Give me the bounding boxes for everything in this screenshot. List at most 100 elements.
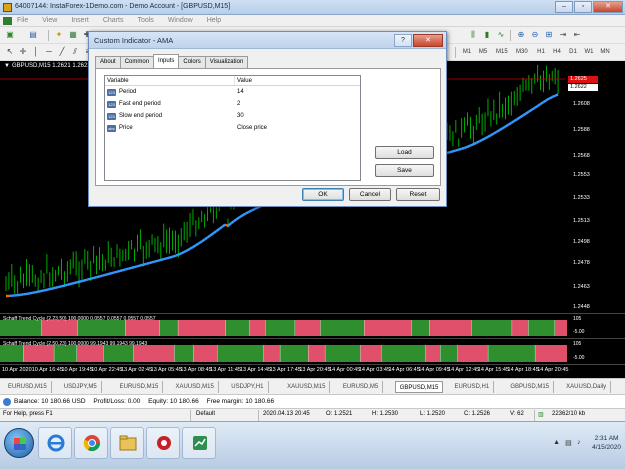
channel-icon[interactable]: ⫽ <box>70 47 80 57</box>
network-icon[interactable]: ▤ <box>565 439 573 447</box>
chart-tab[interactable]: XAUUSD,Daily <box>562 381 612 393</box>
chart-tab[interactable]: GBPUSD,M15 <box>394 381 444 393</box>
period-m15[interactable]: M15 <box>496 47 508 57</box>
trendline-icon[interactable]: ╱ <box>57 47 67 57</box>
chart-tab[interactable]: GBPUSD,M15 <box>506 381 555 393</box>
chart-tab[interactable]: XAUUSD,M15 <box>283 381 331 393</box>
chart-tab[interactable]: USDJPY,M5 <box>60 381 102 393</box>
maximize-button[interactable]: ▫ <box>574 1 592 13</box>
menu-charts[interactable]: Charts <box>103 17 124 24</box>
period-w1[interactable]: W1 <box>584 47 594 57</box>
menu-tools[interactable]: Tools <box>137 17 153 24</box>
ama-line-segment <box>93 276 97 280</box>
chart-shift-icon[interactable]: ⇤ <box>572 30 582 40</box>
menu-view[interactable]: View <box>42 17 57 24</box>
tab-about[interactable]: About <box>95 56 121 68</box>
triangle-icon: ▼ <box>4 63 10 69</box>
taskbar-explorer[interactable] <box>110 427 144 459</box>
period-h4[interactable]: H4 <box>552 47 562 57</box>
taskbar-metatrader[interactable] <box>146 427 180 459</box>
chart-tab[interactable]: USDJPY,H1 <box>227 381 269 393</box>
reset-button[interactable]: Reset <box>396 188 440 201</box>
menu-insert[interactable]: Insert <box>71 17 89 24</box>
period-m5[interactable]: M5 <box>478 47 488 57</box>
ama-line-segment <box>218 225 223 230</box>
stc-up-block <box>265 320 296 336</box>
ama-line-segment <box>75 280 80 284</box>
period-m1[interactable]: M1 <box>462 47 472 57</box>
indicator-pane-1[interactable]: Schaff Trend Cycle (2,23,50) 100.0000 0.… <box>0 313 567 338</box>
dialog-help-button[interactable]: ? <box>394 34 412 47</box>
ama-line-segment <box>467 144 471 148</box>
ama-line-segment <box>496 129 501 133</box>
cursor-icon[interactable]: ↖ <box>5 47 15 57</box>
line-chart-icon[interactable]: ∿ <box>496 30 506 40</box>
chart-tab[interactable]: EURUSD,H1 <box>451 381 495 393</box>
chart-tab[interactable]: EURUSD,M15 <box>116 381 164 393</box>
dialog-close-button[interactable]: ✕ <box>413 34 443 47</box>
table-row[interactable]: 123 Period 14 <box>105 86 360 98</box>
period-d1[interactable]: D1 <box>568 47 578 57</box>
horizontal-line-icon[interactable]: ─ <box>44 47 54 57</box>
chart-tab[interactable]: EURUSD,M5 <box>339 381 384 393</box>
indicator-pane-2[interactable]: Schaff Trend Cycle (2,50,23) 100.0000 99… <box>0 338 567 364</box>
variable-value[interactable]: 30 <box>235 110 244 122</box>
close-button[interactable]: ✕ <box>593 1 623 13</box>
crosshair-icon[interactable]: ✛ <box>18 47 28 57</box>
profiles-icon[interactable]: ▤ <box>28 30 38 40</box>
bar-chart-icon[interactable]: ⫼ <box>468 30 478 40</box>
menu-window[interactable]: Window <box>168 17 193 24</box>
menu-file[interactable]: File <box>17 17 28 24</box>
arrow-up-icon[interactable]: ▲ <box>553 439 561 447</box>
period-h1[interactable]: H1 <box>536 47 546 57</box>
table-row[interactable]: abc Price Close price <box>105 122 360 134</box>
column-value[interactable]: Value <box>235 76 252 85</box>
variable-value[interactable]: Close price <box>235 122 267 134</box>
market-watch-icon[interactable]: ✦ <box>54 30 64 40</box>
tab-common[interactable]: Common <box>119 56 155 68</box>
ok-button[interactable]: OK <box>302 188 344 201</box>
tab-visualization[interactable]: Visualization <box>204 56 249 68</box>
tab-colors[interactable]: Colors <box>178 56 206 68</box>
pane-tick: 105 <box>573 341 582 347</box>
data-window-icon[interactable]: ▦ <box>68 30 78 40</box>
ama-line-segment <box>99 274 103 278</box>
save-button[interactable]: Save <box>375 164 434 177</box>
ama-line-segment <box>37 289 42 293</box>
column-variable[interactable]: Variable <box>105 76 235 85</box>
start-button[interactable] <box>4 428 34 458</box>
ama-line-segment <box>499 127 504 132</box>
taskbar-chrome[interactable] <box>74 427 108 459</box>
tab-inputs[interactable]: Inputs <box>153 54 180 68</box>
volume-icon[interactable]: ♪ <box>577 439 585 447</box>
minimize-button[interactable]: – <box>555 1 573 13</box>
new-chart-icon[interactable]: ▣ <box>5 30 15 40</box>
clock[interactable]: 2:31 AM 4/15/2020 <box>592 434 621 452</box>
zoom-in-icon[interactable]: ⊕ <box>516 30 526 40</box>
custom-indicator-dialog: Custom Indicator - AMA ? ✕ About Common … <box>88 31 447 207</box>
zoom-out-icon[interactable]: ⊖ <box>530 30 540 40</box>
tile-icon[interactable]: ⊞ <box>544 30 554 40</box>
load-button[interactable]: Load <box>375 146 434 159</box>
cancel-button[interactable]: Cancel <box>349 188 391 201</box>
taskbar-ie[interactable] <box>38 427 72 459</box>
period-mn[interactable]: MN <box>600 47 610 57</box>
variable-value[interactable]: 2 <box>235 98 240 110</box>
autoscroll-icon[interactable]: ⇥ <box>558 30 568 40</box>
table-row[interactable]: 123 Fast end period 2 <box>105 98 360 110</box>
time-label: 10 Apr 2020 <box>2 367 32 373</box>
stc-down-block <box>457 345 489 362</box>
ama-line-segment <box>142 262 147 266</box>
chart-tab[interactable]: EURUSD,M15 <box>4 381 52 393</box>
ama-line-segment <box>29 291 33 295</box>
taskbar-tradebox[interactable] <box>182 427 216 459</box>
chart-tab[interactable]: XAUUSD,M15 <box>171 381 219 393</box>
ama-line-segment <box>131 265 135 269</box>
variable-value[interactable]: 14 <box>235 86 244 98</box>
table-row[interactable]: 123 Slow end period 30 <box>105 110 360 122</box>
candles-icon[interactable]: ▮ <box>482 30 492 40</box>
menu-help[interactable]: Help <box>207 17 221 24</box>
period-m30[interactable]: M30 <box>516 47 528 57</box>
ama-line-segment <box>134 265 138 269</box>
vertical-line-icon[interactable]: │ <box>31 47 41 57</box>
